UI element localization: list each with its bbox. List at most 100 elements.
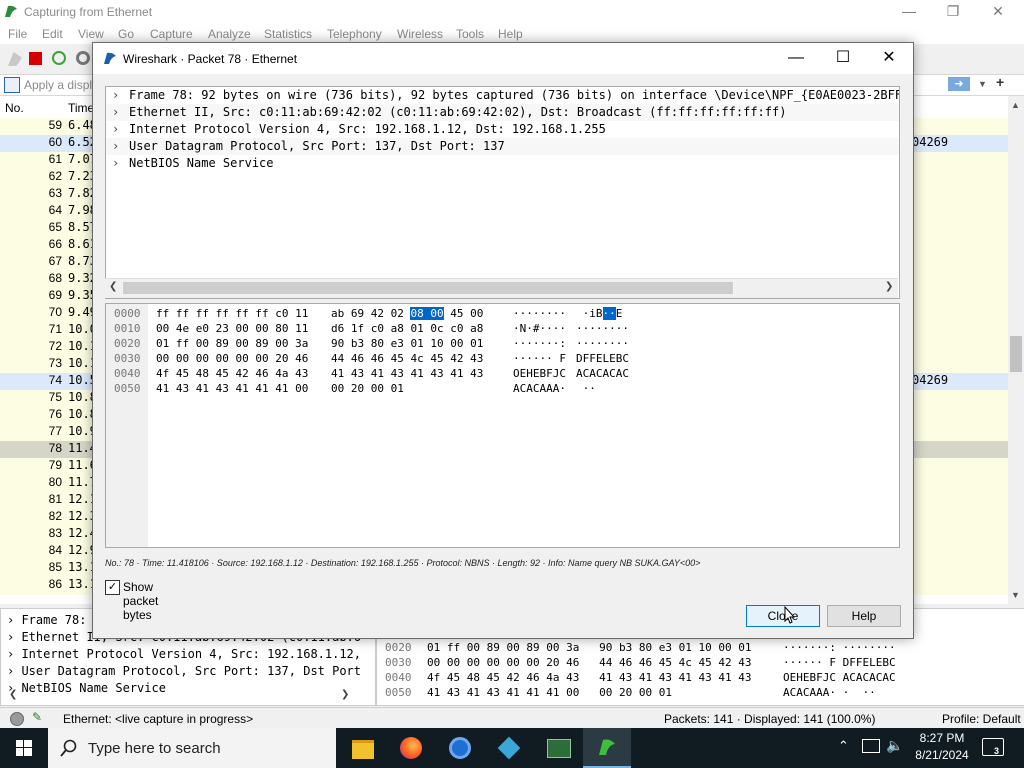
hex-bytes-second-half[interactable]: 41 43 41 43 41 43 41 43 xyxy=(331,366,483,381)
menu-wireless[interactable]: Wireless xyxy=(397,27,443,41)
file-explorer-icon[interactable] xyxy=(338,728,386,768)
ascii-second-half[interactable]: ·· xyxy=(576,381,596,396)
tree-item[interactable]: › User Datagram Protocol, Src Port: 137, … xyxy=(106,138,899,155)
menu-file[interactable]: File xyxy=(8,27,27,41)
expand-arrow-icon[interactable]: › xyxy=(7,613,21,627)
scroll-up-icon[interactable]: ▲ xyxy=(1011,100,1020,110)
detail-line[interactable]: › User Datagram Protocol, Src Port: 137,… xyxy=(7,664,361,678)
capture-comment-icon[interactable]: ✎ xyxy=(32,710,42,724)
capture-options-icon[interactable] xyxy=(76,51,90,65)
detail-line[interactable]: › Internet Protocol Version 4, Src: 192.… xyxy=(7,647,361,661)
chrome-icon[interactable] xyxy=(436,728,484,768)
filter-history-dropdown-icon[interactable]: ▼ xyxy=(978,76,990,92)
expand-arrow-icon[interactable]: › xyxy=(7,647,21,661)
hex-bytes-first-half[interactable]: 4f 45 48 45 42 46 4a 43 xyxy=(156,366,308,381)
hex-bytes-first-half[interactable]: 00 00 00 00 00 00 20 46 xyxy=(156,351,308,366)
scrollbar-thumb[interactable] xyxy=(1010,336,1022,372)
expand-arrow-icon[interactable]: › xyxy=(112,121,119,138)
stop-capture-icon[interactable] xyxy=(29,52,42,65)
ascii-second-half[interactable]: ········ xyxy=(576,336,629,351)
ascii-first-half[interactable]: ·······: xyxy=(513,336,566,351)
detail-line[interactable]: › Frame 78: xyxy=(7,613,86,627)
volume-muted-icon[interactable]: 🔈 xyxy=(886,737,903,754)
expand-arrow-icon[interactable]: › xyxy=(112,138,119,155)
selected-ascii-bytes[interactable]: ·· xyxy=(602,307,616,320)
menu-help[interactable]: Help xyxy=(498,27,523,41)
hex-bytes-first-half[interactable]: 01 ff 00 89 00 89 00 3a xyxy=(156,336,308,351)
detail-line[interactable]: › NetBIOS Name Service xyxy=(7,681,166,695)
scroll-right-icon[interactable]: ❯ xyxy=(885,281,893,292)
hex-bytes-first-half[interactable]: 00 4e e0 23 00 00 80 11 xyxy=(156,321,308,336)
tree-item[interactable]: › NetBIOS Name Service xyxy=(106,155,899,172)
ascii-second-half[interactable]: ·iB··E xyxy=(576,306,622,321)
column-no[interactable]: No. xyxy=(5,101,24,115)
checkbox-checked-icon[interactable]: ✓ xyxy=(105,580,120,595)
expand-arrow-icon[interactable]: › xyxy=(7,664,21,678)
ascii-first-half[interactable]: ·N·#···· xyxy=(513,321,566,336)
add-filter-button-icon[interactable]: + xyxy=(996,74,1008,92)
hex-bytes-second-half[interactable]: d6 1f c0 a8 01 0c c0 a8 xyxy=(331,321,483,336)
wireshark-taskbar-icon[interactable] xyxy=(583,728,631,768)
close-icon[interactable]: ✕ xyxy=(975,0,1021,24)
menu-analyze[interactable]: Analyze xyxy=(208,27,251,41)
virtualbox-icon[interactable] xyxy=(485,728,533,768)
taskbar-search-box[interactable]: Type here to search xyxy=(48,728,336,768)
tree-item[interactable]: › Frame 78: 92 bytes on wire (736 bits), … xyxy=(106,87,899,104)
packet-list-scrollbar[interactable]: ▲ ▼ xyxy=(1008,96,1024,604)
tree-item[interactable]: › Internet Protocol Version 4, Src: 192.1… xyxy=(106,121,899,138)
hex-bytes-second-half[interactable]: ab 69 42 02 08 00 45 00 xyxy=(331,306,483,321)
network-icon[interactable] xyxy=(862,739,880,753)
help-button[interactable]: Help xyxy=(827,605,901,627)
show-hidden-icons-chevron-icon[interactable]: ⌃ xyxy=(838,738,849,754)
menu-go[interactable]: Go xyxy=(118,27,134,41)
ascii-second-half[interactable]: DFFELEBC xyxy=(576,351,629,366)
firefox-icon[interactable] xyxy=(387,728,435,768)
expand-arrow-icon[interactable]: › xyxy=(7,630,21,644)
notifications-icon[interactable] xyxy=(982,738,1004,756)
ascii-first-half[interactable]: ACACAAA· xyxy=(513,381,566,396)
restart-capture-icon[interactable] xyxy=(52,51,66,65)
scroll-right-icon[interactable]: ❯ xyxy=(341,689,349,700)
hex-bytes-second-half[interactable]: 00 20 00 01 xyxy=(331,381,404,396)
shark-fin-start-icon[interactable] xyxy=(8,52,22,66)
expand-arrow-icon[interactable]: › xyxy=(112,155,119,172)
ascii-first-half[interactable]: OEHEBFJC xyxy=(513,366,566,381)
close-button[interactable]: Close xyxy=(746,605,820,627)
menu-statistics[interactable]: Statistics xyxy=(264,27,312,41)
clock-time[interactable]: 8:27 PM xyxy=(912,731,972,745)
tree-horizontal-scrollbar[interactable]: ❮ ❯ xyxy=(105,278,898,298)
menu-tools[interactable]: Tools xyxy=(456,27,484,41)
start-button[interactable] xyxy=(0,728,48,768)
display-filter-input[interactable]: Apply a displ xyxy=(24,78,92,92)
ascii-second-half[interactable]: ACACACAC xyxy=(576,366,629,381)
scroll-left-icon[interactable]: ❮ xyxy=(9,689,17,700)
profile-status[interactable]: Profile: Default xyxy=(942,712,1021,726)
minimize-icon[interactable]: — xyxy=(773,43,819,74)
terminal-app-icon[interactable] xyxy=(534,728,582,768)
menu-edit[interactable]: Edit xyxy=(42,27,63,41)
selected-hex-bytes[interactable]: 08 00 xyxy=(410,307,444,320)
restore-icon[interactable]: ❐ xyxy=(930,0,976,24)
ascii-first-half[interactable]: ······ F xyxy=(513,351,566,366)
hex-bytes-first-half[interactable]: 41 43 41 43 41 41 41 00 xyxy=(156,381,308,396)
bookmark-filter-icon[interactable] xyxy=(4,77,20,93)
hex-bytes-second-half[interactable]: 44 46 46 45 4c 45 42 43 xyxy=(331,351,483,366)
menu-capture[interactable]: Capture xyxy=(150,27,193,41)
search-placeholder[interactable]: Type here to search xyxy=(88,740,221,757)
minimize-icon[interactable]: — xyxy=(886,0,932,24)
column-time[interactable]: Time xyxy=(68,101,94,115)
show-packet-bytes-label[interactable]: Show packet bytes xyxy=(123,580,158,622)
maximize-icon[interactable]: ☐ xyxy=(820,43,866,74)
expert-info-icon[interactable] xyxy=(10,712,24,726)
scroll-left-icon[interactable]: ❮ xyxy=(109,281,117,292)
apply-filter-arrow-icon[interactable]: ➜ xyxy=(948,77,970,91)
expand-arrow-icon[interactable]: › xyxy=(112,104,119,121)
menu-telephony[interactable]: Telephony xyxy=(327,27,382,41)
scroll-down-icon[interactable]: ▼ xyxy=(1011,590,1020,600)
hex-bytes-first-half[interactable]: ff ff ff ff ff ff c0 11 xyxy=(156,306,308,321)
close-icon[interactable]: ✕ xyxy=(866,43,912,74)
hex-bytes-second-half[interactable]: 90 b3 80 e3 01 10 00 01 xyxy=(331,336,483,351)
ascii-first-half[interactable]: ········ xyxy=(513,306,566,321)
clock-date[interactable]: 8/21/2024 xyxy=(906,748,978,762)
expand-arrow-icon[interactable]: › xyxy=(112,87,119,104)
